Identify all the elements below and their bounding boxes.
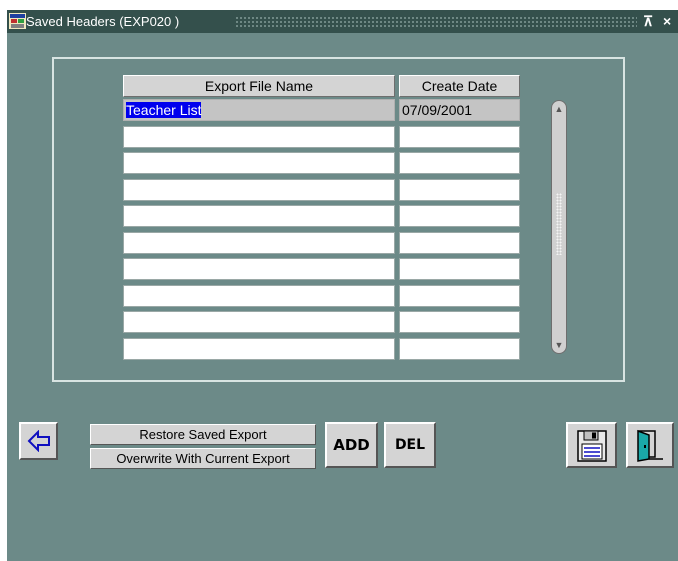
create-date-cell[interactable]: 07/09/2001 [399, 99, 520, 121]
add-button[interactable]: ADD [325, 422, 378, 468]
column-header-export-file-name: Export File Name [123, 75, 395, 97]
export-file-name-cell[interactable] [123, 179, 395, 201]
restore-saved-export-button[interactable]: Restore Saved Export [90, 424, 316, 445]
export-file-name-cell[interactable] [123, 311, 395, 333]
export-file-name-cell[interactable] [123, 258, 395, 280]
export-file-name-cell[interactable] [123, 338, 395, 360]
scroll-thumb[interactable] [556, 193, 562, 255]
export-file-name-cell[interactable] [123, 152, 395, 174]
column-header-create-date: Create Date [399, 75, 520, 97]
save-button[interactable] [566, 422, 617, 468]
scroll-up-icon[interactable]: ▲ [553, 103, 565, 115]
saved-headers-window: Saved Headers (EXP020 ) ⊼ × Export File … [7, 10, 678, 561]
create-date-cell[interactable] [399, 311, 520, 333]
exit-door-icon [637, 429, 663, 462]
window-title: Saved Headers (EXP020 ) [26, 14, 180, 29]
create-date-cell[interactable] [399, 232, 520, 254]
export-file-name-cell[interactable]: Teacher List [123, 99, 395, 121]
create-date-cell[interactable] [399, 126, 520, 148]
overwrite-current-export-button[interactable]: Overwrite With Current Export [90, 448, 316, 469]
create-date-cell[interactable] [399, 258, 520, 280]
vertical-scrollbar[interactable]: ▲ ▼ [551, 100, 567, 354]
create-date-cell[interactable] [399, 285, 520, 307]
export-file-name-cell[interactable] [123, 205, 395, 227]
export-file-name-text: Teacher List [126, 102, 202, 118]
title-bar[interactable]: Saved Headers (EXP020 ) ⊼ × [7, 10, 678, 33]
back-button[interactable] [19, 422, 58, 460]
restore-window-icon[interactable]: ⊼ [643, 13, 653, 29]
export-file-name-cell[interactable] [123, 126, 395, 148]
create-date-cell[interactable] [399, 179, 520, 201]
app-window-icon [9, 13, 26, 29]
back-arrow-icon [27, 430, 50, 452]
floppy-disk-icon [577, 430, 607, 462]
exit-button[interactable] [626, 422, 674, 468]
export-file-name-cell[interactable] [123, 232, 395, 254]
title-bar-texture [235, 16, 637, 27]
close-icon[interactable]: × [663, 13, 671, 29]
export-file-name-cell[interactable] [123, 285, 395, 307]
create-date-cell[interactable] [399, 152, 520, 174]
create-date-cell[interactable] [399, 205, 520, 227]
create-date-cell[interactable] [399, 338, 520, 360]
delete-button[interactable]: DEL [384, 422, 436, 468]
scroll-down-icon[interactable]: ▼ [553, 339, 565, 351]
